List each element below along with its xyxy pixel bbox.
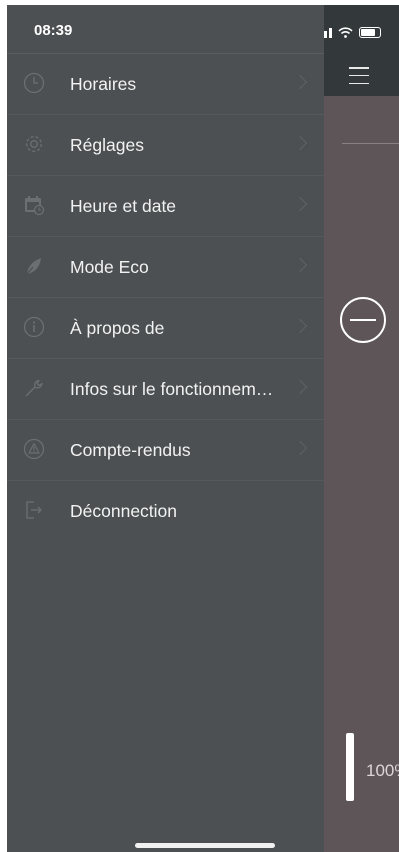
- decrease-button[interactable]: [340, 297, 386, 343]
- chevron-right-icon: [292, 196, 308, 212]
- menu-item-reglages[interactable]: Réglages: [7, 115, 324, 176]
- calendar-icon: [25, 196, 45, 216]
- chevron-right-icon: [292, 318, 308, 334]
- menu-item-label: Déconnection: [70, 501, 178, 521]
- level-bar: [346, 733, 354, 801]
- chevron-right-icon: [292, 440, 308, 456]
- menu-item-label: Heure et date: [70, 196, 177, 216]
- menu-item-label: Réglages: [70, 135, 144, 155]
- menu-item-label: Compte-rendus: [70, 440, 191, 460]
- menu-item-deconnection[interactable]: Déconnection: [7, 481, 324, 541]
- level-value: 100%: [366, 761, 399, 780]
- home-indicator[interactable]: [135, 843, 275, 848]
- battery-icon: [359, 27, 381, 38]
- menu-item-infos-fonctionnement[interactable]: Infos sur le fonctionnem…: [7, 359, 324, 420]
- menu-item-a-propos[interactable]: À propos de: [7, 298, 324, 359]
- divider: [342, 143, 399, 144]
- menu-item-heure-et-date[interactable]: Heure et date: [7, 176, 324, 237]
- wifi-icon: [338, 27, 353, 38]
- phone-screen: 100% 08:39 Horaires Réglages: [7, 5, 399, 852]
- wrench-icon: [25, 379, 43, 397]
- leaf-icon: [26, 258, 41, 275]
- menu-item-label: Mode Eco: [70, 257, 149, 277]
- status-time: 08:39: [34, 22, 73, 39]
- background-app: 100%: [314, 5, 399, 852]
- chevron-right-icon: [292, 74, 308, 90]
- menu-item-mode-eco[interactable]: Mode Eco: [7, 237, 324, 298]
- menu-item-horaires[interactable]: Horaires: [7, 54, 324, 115]
- app-top-bar: [314, 5, 399, 96]
- clock-icon: [23, 72, 45, 94]
- logout-icon: [26, 501, 42, 519]
- chevron-right-icon: [292, 135, 308, 151]
- side-drawer: 08:39 Horaires Réglages Heure et date Mo…: [7, 5, 324, 852]
- menu-item-compte-rendus[interactable]: Compte-rendus: [7, 420, 324, 481]
- warning-icon: [23, 438, 45, 460]
- chevron-right-icon: [292, 257, 308, 273]
- menu-item-label: À propos de: [70, 318, 165, 338]
- hamburger-menu-icon[interactable]: [349, 67, 369, 84]
- menu-item-label: Horaires: [70, 74, 137, 94]
- status-icons: [314, 27, 381, 38]
- info-icon: [23, 316, 45, 338]
- chevron-right-icon: [292, 379, 308, 395]
- menu-item-label: Infos sur le fonctionnem…: [70, 379, 274, 399]
- gear-icon: [26, 136, 42, 152]
- drawer-menu: Horaires Réglages Heure et date Mode Eco…: [7, 53, 324, 541]
